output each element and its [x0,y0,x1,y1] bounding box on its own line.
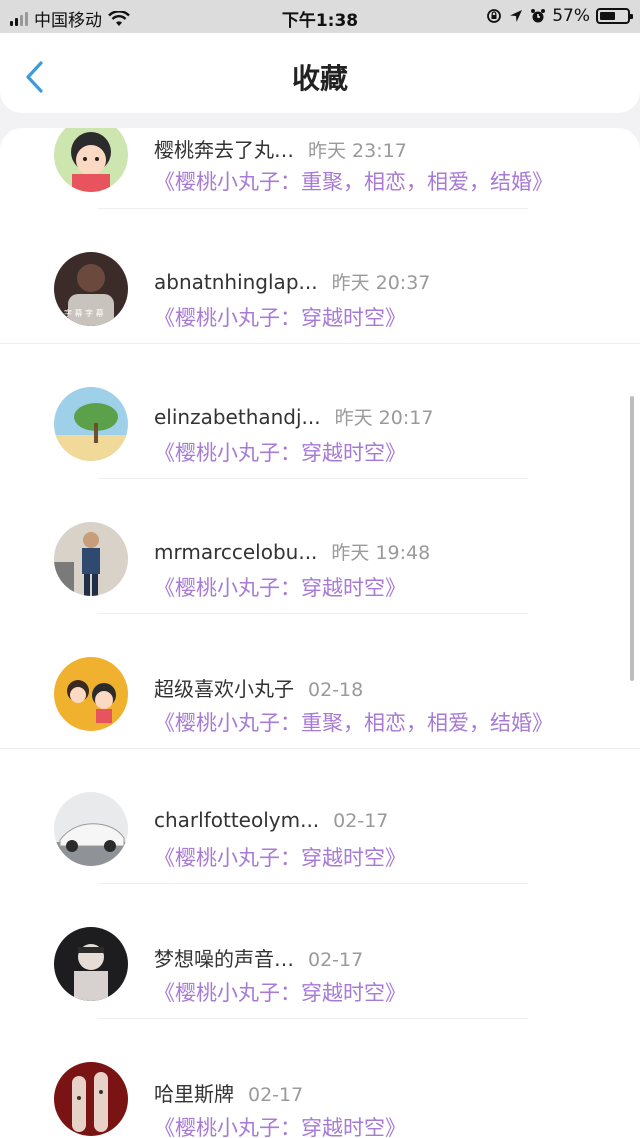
list-item[interactable]: 樱桃奔去了丸… 昨天 23:17 《樱桃小丸子：重聚，相恋，相爱，结婚》 [0,128,640,243]
svg-text:字 幕 字 幕: 字 幕 字 幕 [64,308,104,318]
timestamp: 02-17 [248,1084,304,1106]
divider [0,343,640,344]
avatar [54,657,128,731]
story-title-link[interactable]: 《樱桃小丸子：穿越时空》 [154,302,406,332]
divider [0,748,640,749]
timestamp: 昨天 19:48 [331,542,431,564]
list-item[interactable]: charlfotteolym... 02-17 《樱桃小丸子：穿越时空》 [0,783,640,918]
username: charlfotteolym... [154,808,320,832]
timestamp: 02-17 [308,949,364,971]
username: 超级喜欢小丸子 [154,677,294,701]
list-item[interactable]: 字 幕 字 幕 abnatnhinglap... 昨天 20:37 《樱桃小丸子… [0,243,640,378]
timestamp: 02-17 [333,810,389,832]
story-title-link[interactable]: 《樱桃小丸子：重聚，相恋，相爱，结婚》 [154,707,553,737]
divider [98,883,528,884]
avatar [54,927,128,1001]
item-header: charlfotteolym... 02-17 [154,808,388,836]
timestamp: 昨天 23:17 [308,140,407,162]
story-title-link[interactable]: 《樱桃小丸子：穿越时空》 [154,1112,406,1138]
item-header: elinzabethandj... 昨天 20:17 [154,403,433,431]
username: 哈里斯牌 [154,1082,234,1106]
divider [98,478,528,479]
avatar [54,1062,128,1136]
item-header: mrmarccelobu... 昨天 19:48 [154,538,430,566]
avatar [54,792,128,866]
story-title-link[interactable]: 《樱桃小丸子：穿越时空》 [154,437,406,467]
story-title-link[interactable]: 《樱桃小丸子：穿越时空》 [154,842,406,872]
username: 梦想噪的声音… [154,947,294,971]
timestamp: 02-18 [308,679,364,701]
username: mrmarccelobu... [154,540,318,564]
list-item[interactable]: 哈里斯牌 02-17 《樱桃小丸子：穿越时空》 [0,1053,640,1138]
item-header: 哈里斯牌 02-17 [154,1078,303,1106]
battery-icon [596,8,633,24]
status-right: 57% [486,6,633,26]
timestamp: 昨天 20:37 [331,272,431,294]
battery-percent: 57% [552,6,590,26]
lock-rotation-icon [487,9,502,23]
scrollbar[interactable] [630,396,634,681]
favorites-list[interactable]: 樱桃奔去了丸… 昨天 23:17 《樱桃小丸子：重聚，相恋，相爱，结婚》 字 幕… [0,128,640,1138]
username: elinzabethandj... [154,405,321,429]
list-item[interactable]: elinzabethandj... 昨天 20:17 《樱桃小丸子：穿越时空》 [0,378,640,513]
divider [98,208,528,209]
location-icon [510,10,523,22]
alarm-icon [531,9,546,23]
avatar: 字 幕 字 幕 [54,252,128,326]
divider [98,1018,528,1019]
avatar [54,387,128,461]
nav-header: 收藏 [0,33,640,113]
item-header: 超级喜欢小丸子 02-18 [154,673,363,701]
username: abnatnhinglap... [154,270,318,294]
list-item[interactable]: mrmarccelobu... 昨天 19:48 《樱桃小丸子：穿越时空》 [0,513,640,648]
status-bar: 中国移动 下午1:38 57% [0,0,640,33]
timestamp: 昨天 20:17 [334,407,434,429]
username: 樱桃奔去了丸… [154,138,294,162]
avatar [54,128,128,192]
avatar [54,522,128,596]
item-header: 梦想噪的声音… 02-17 [154,943,363,971]
list-item[interactable]: 超级喜欢小丸子 02-18 《樱桃小丸子：重聚，相恋，相爱，结婚》 [0,648,640,783]
story-title-link[interactable]: 《樱桃小丸子：穿越时空》 [154,977,406,1007]
page-title: 收藏 [291,62,348,95]
list-item[interactable]: 梦想噪的声音… 02-17 《樱桃小丸子：穿越时空》 [0,918,640,1053]
item-header: abnatnhinglap... 昨天 20:37 [154,268,430,296]
divider [98,613,528,614]
story-title-link[interactable]: 《樱桃小丸子：穿越时空》 [154,572,406,602]
story-title-link[interactable]: 《樱桃小丸子：重聚，相恋，相爱，结婚》 [154,166,553,196]
item-header: 樱桃奔去了丸… 昨天 23:17 [154,134,407,162]
